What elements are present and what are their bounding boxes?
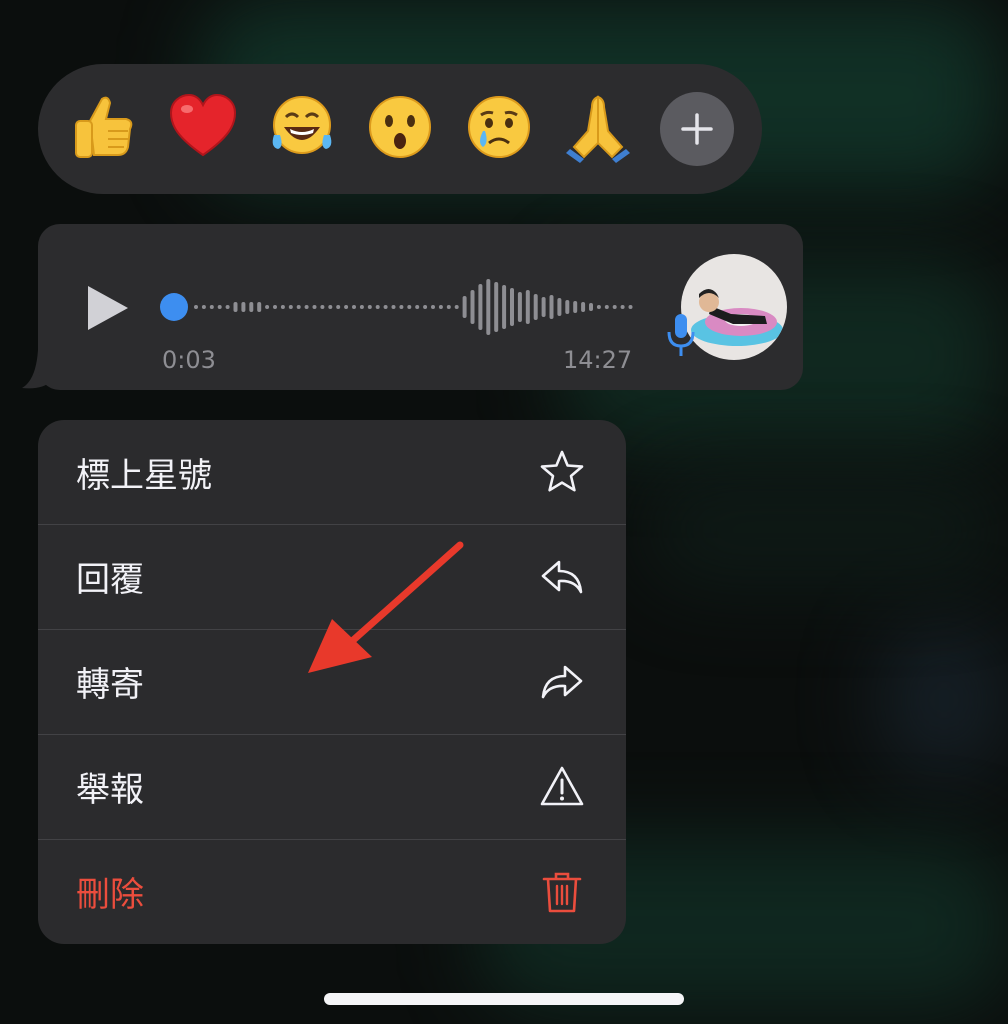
surprised-face-icon <box>369 96 431 158</box>
plus-icon <box>681 113 713 145</box>
waveform-bar <box>249 302 254 312</box>
waveform-bar <box>510 288 514 326</box>
waveform-bar <box>502 285 507 329</box>
surprised-face-emoji[interactable] <box>360 87 440 167</box>
star-icon <box>538 448 586 496</box>
waveform-bar <box>399 305 404 309</box>
waveform-bar <box>304 305 309 309</box>
waveform-bar <box>320 305 325 309</box>
waveform-bar <box>391 305 396 309</box>
avatar[interactable] <box>681 254 787 360</box>
microphone-icon <box>667 314 695 356</box>
sent-time: 14:27 <box>563 346 633 374</box>
waveform-bar <box>217 305 222 309</box>
waveform-bar <box>541 297 546 317</box>
folded-hands-emoji[interactable] <box>558 87 638 167</box>
waveform-bar <box>431 305 435 309</box>
waveform-bar <box>415 305 420 309</box>
reply-icon <box>538 553 586 601</box>
crying-face-icon <box>468 96 530 158</box>
waveform-bar <box>375 305 380 309</box>
red-heart-icon <box>169 93 237 157</box>
home-indicator[interactable] <box>324 993 684 1005</box>
waveform-bar <box>201 305 206 309</box>
waveform-bar <box>581 302 586 312</box>
waveform-bar <box>517 292 522 322</box>
waveform-bar <box>225 305 230 309</box>
waveform-bar <box>628 305 633 309</box>
crying-face-emoji[interactable] <box>459 87 539 167</box>
waveform-bar <box>573 301 578 313</box>
waveform-bar <box>296 305 301 309</box>
waveform-bar <box>344 305 349 309</box>
menu-item-star[interactable]: 標上星號 <box>38 420 626 524</box>
trash-icon <box>538 868 586 916</box>
background-blur <box>880 620 1008 780</box>
waveform-bar <box>328 305 333 309</box>
waveform-bar <box>470 290 475 324</box>
play-icon[interactable] <box>86 284 130 332</box>
background-blur <box>640 470 1008 590</box>
waveform-bar <box>525 290 530 324</box>
waveform-bar <box>352 305 356 309</box>
waveform-bar <box>367 305 372 309</box>
waveform-bar <box>446 305 451 309</box>
tears-of-joy-icon <box>272 96 332 154</box>
menu-item-delete[interactable]: 刪除 <box>38 839 626 943</box>
waveform-bar <box>312 305 317 309</box>
elapsed-time: 0:03 <box>162 346 216 374</box>
more-reactions-button[interactable] <box>660 92 734 166</box>
avatar-image <box>691 289 783 346</box>
waveform-bar <box>257 302 262 312</box>
menu-item-label: 轉寄 <box>76 665 144 705</box>
reaction-bar <box>38 64 762 194</box>
waveform-bar <box>288 305 293 309</box>
waveform-bar <box>265 305 270 309</box>
menu-item-report[interactable]: 舉報 <box>38 734 626 838</box>
playback-scrubber[interactable] <box>160 293 188 321</box>
forward-icon <box>538 658 586 706</box>
thumbs-up-emoji[interactable] <box>64 87 144 167</box>
waveform-bar <box>454 305 459 309</box>
waveform-bar <box>596 305 601 309</box>
waveform-bar <box>438 305 443 309</box>
waveform-bar <box>280 305 285 309</box>
waveform-bars <box>194 279 633 335</box>
waveform-bar <box>533 294 538 320</box>
tears-of-joy-emoji[interactable] <box>262 87 342 167</box>
waveform-bar <box>620 305 625 309</box>
menu-item-label: 刪除 <box>76 875 144 915</box>
warning-icon <box>538 763 586 811</box>
waveform-bar <box>273 305 277 309</box>
waveform-bar <box>241 302 246 312</box>
waveform-bar <box>233 302 238 312</box>
menu-item-label: 舉報 <box>76 770 144 810</box>
waveform-bar <box>478 284 483 330</box>
waveform-bar <box>486 279 491 335</box>
menu-item-label: 回覆 <box>76 560 144 600</box>
red-heart-emoji[interactable] <box>163 87 243 167</box>
waveform-bar <box>549 295 554 319</box>
waveform-bar <box>565 300 570 314</box>
waveform-bar <box>336 305 341 309</box>
annotation-arrow <box>308 541 464 673</box>
waveform-bar <box>194 305 198 309</box>
waveform-bar <box>383 305 388 309</box>
waveform-bar <box>462 296 467 318</box>
audio-waveform[interactable] <box>158 270 638 340</box>
waveform-bar <box>209 305 214 309</box>
waveform-bar <box>612 305 617 309</box>
waveform-bar <box>359 305 364 309</box>
waveform-bar <box>423 305 428 309</box>
waveform-bar <box>604 305 609 309</box>
menu-item-label: 標上星號 <box>76 455 212 496</box>
waveform-bar <box>557 298 562 316</box>
thumbs-up-icon <box>75 96 133 158</box>
waveform-bar <box>589 303 593 311</box>
waveform-bar <box>407 305 412 309</box>
folded-hands-icon <box>566 95 630 163</box>
waveform-bar <box>494 282 499 332</box>
